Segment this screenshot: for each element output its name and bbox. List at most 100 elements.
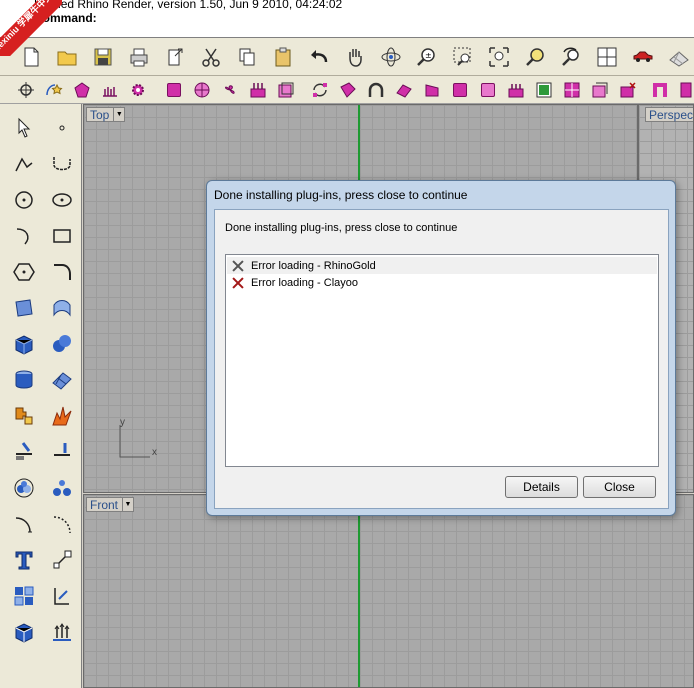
cut-button[interactable] — [196, 42, 226, 72]
sphere-tool-button[interactable] — [46, 328, 78, 360]
chevron-down-icon[interactable]: ▼ — [113, 108, 124, 121]
watermark-text: xuexiniu 学犀牛中文网 — [0, 0, 62, 56]
taper-button[interactable] — [420, 78, 444, 102]
zoom-selected-icon — [526, 48, 544, 66]
polyline-tool-button[interactable] — [8, 148, 40, 180]
dimension-tool-button[interactable] — [8, 508, 40, 540]
paste-button[interactable] — [268, 42, 298, 72]
text-tool-button[interactable] — [8, 544, 40, 576]
propeller-button[interactable] — [218, 78, 242, 102]
export-button[interactable] — [160, 42, 190, 72]
radius-tool-button[interactable] — [46, 508, 78, 540]
rotate-view-button[interactable] — [376, 42, 406, 72]
blue-box-icon — [15, 335, 33, 355]
split-tool-button[interactable] — [46, 436, 78, 468]
rotate-arrows-icon — [313, 83, 327, 97]
undo-view-button[interactable] — [556, 42, 586, 72]
transform-button[interactable] — [308, 78, 332, 102]
history-button[interactable] — [98, 78, 122, 102]
print-button[interactable] — [124, 42, 154, 72]
bend-button[interactable] — [364, 78, 388, 102]
viewport-label: Top — [90, 107, 110, 122]
mesh-tool-button[interactable] — [46, 364, 78, 396]
select-tool-button[interactable] — [8, 112, 40, 144]
floppy-disk-icon — [94, 48, 112, 66]
mesh-sphere-button[interactable] — [190, 78, 214, 102]
join-tool-button[interactable] — [8, 400, 40, 432]
mesh-repair-button[interactable] — [588, 78, 612, 102]
box-tool-button[interactable] — [8, 328, 40, 360]
render-button[interactable] — [628, 42, 658, 72]
cage-button[interactable] — [448, 78, 472, 102]
osnap-button[interactable] — [14, 78, 38, 102]
leader-tool-button[interactable] — [46, 544, 78, 576]
error-list[interactable]: Error loading - RhinoGold Error loading … — [225, 254, 659, 467]
viewport-tab-perspective[interactable]: Perspec — [645, 107, 693, 122]
undo-button[interactable] — [304, 42, 334, 72]
surface-edit-button[interactable] — [46, 292, 78, 324]
curve-icon — [53, 157, 71, 171]
circle-icon — [15, 191, 33, 209]
polyline-icon — [15, 157, 33, 172]
zoom-extents-button[interactable] — [484, 42, 514, 72]
ungroup-tool-button[interactable] — [46, 472, 78, 504]
options-button[interactable] — [126, 78, 150, 102]
circle-tool-button[interactable] — [8, 184, 40, 216]
close-button[interactable]: Close — [583, 476, 656, 498]
arch-icon — [368, 82, 384, 97]
zoom-window-button[interactable] — [448, 42, 478, 72]
trim-icon — [16, 442, 32, 460]
box-solid-button[interactable] — [162, 78, 186, 102]
grid-surface-button[interactable] — [560, 78, 584, 102]
group-circles-icon — [14, 478, 34, 498]
trim-tool-button[interactable] — [8, 436, 40, 468]
list-item[interactable]: Error loading - RhinoGold — [227, 257, 657, 274]
solid-edit-button[interactable] — [8, 616, 40, 648]
clipboard-icon — [275, 47, 291, 67]
pipe-button[interactable] — [648, 78, 672, 102]
zoom-in-out-button[interactable]: ± — [412, 42, 442, 72]
render-options-button[interactable] — [664, 42, 694, 72]
chevron-down-icon-front[interactable]: ▼ — [122, 498, 133, 511]
group-tool-button[interactable] — [8, 472, 40, 504]
explode-tool-button[interactable] — [46, 400, 78, 432]
viewport-tab-top[interactable]: Top ▼ — [86, 107, 126, 122]
polygon-button[interactable] — [70, 78, 94, 102]
surface-tool-button[interactable] — [8, 292, 40, 324]
fillet-tool-button[interactable] — [46, 256, 78, 288]
pan-button[interactable] — [340, 42, 370, 72]
grid-surface-icon — [564, 82, 580, 98]
ellipse-tool-button[interactable] — [46, 184, 78, 216]
layer-tool-button[interactable] — [8, 580, 40, 612]
delete-mesh-button[interactable] — [616, 78, 640, 102]
array-button[interactable] — [246, 78, 270, 102]
polygon-tool-button[interactable] — [8, 256, 40, 288]
x-gray-icon — [231, 259, 245, 273]
splop-button[interactable] — [504, 78, 528, 102]
mirror-tool-button[interactable] — [46, 580, 78, 612]
viewport-tab-front[interactable]: Front ▼ — [86, 497, 135, 512]
save-button[interactable] — [88, 42, 118, 72]
four-viewports-button[interactable] — [592, 42, 622, 72]
list-item[interactable]: Error loading - Clayoo — [227, 274, 657, 291]
cylinder-tool-button[interactable] — [8, 364, 40, 396]
check-button[interactable] — [532, 78, 556, 102]
flow-button[interactable] — [336, 78, 360, 102]
twist-button[interactable] — [392, 78, 416, 102]
rectangle-tool-button[interactable] — [46, 220, 78, 252]
curve-tool-button[interactable] — [46, 148, 78, 180]
smart-track-button[interactable] — [42, 78, 66, 102]
more-tools-button[interactable] — [674, 78, 694, 102]
extrude-tool-button[interactable] — [46, 616, 78, 648]
viewport-label-perspective: Perspec — [649, 107, 694, 122]
front-viewport[interactable]: Front ▼ — [83, 494, 694, 688]
cage-edit-button[interactable] — [476, 78, 500, 102]
point-tool-button[interactable] — [46, 112, 78, 144]
list-item-text: Error loading - RhinoGold — [251, 259, 376, 272]
boolean-button[interactable] — [274, 78, 298, 102]
details-button[interactable]: Details — [505, 476, 578, 498]
arc-tool-button[interactable] — [8, 220, 40, 252]
zoom-selected-button[interactable] — [520, 42, 550, 72]
copy-button[interactable] — [232, 42, 262, 72]
explode-icon — [52, 406, 72, 426]
